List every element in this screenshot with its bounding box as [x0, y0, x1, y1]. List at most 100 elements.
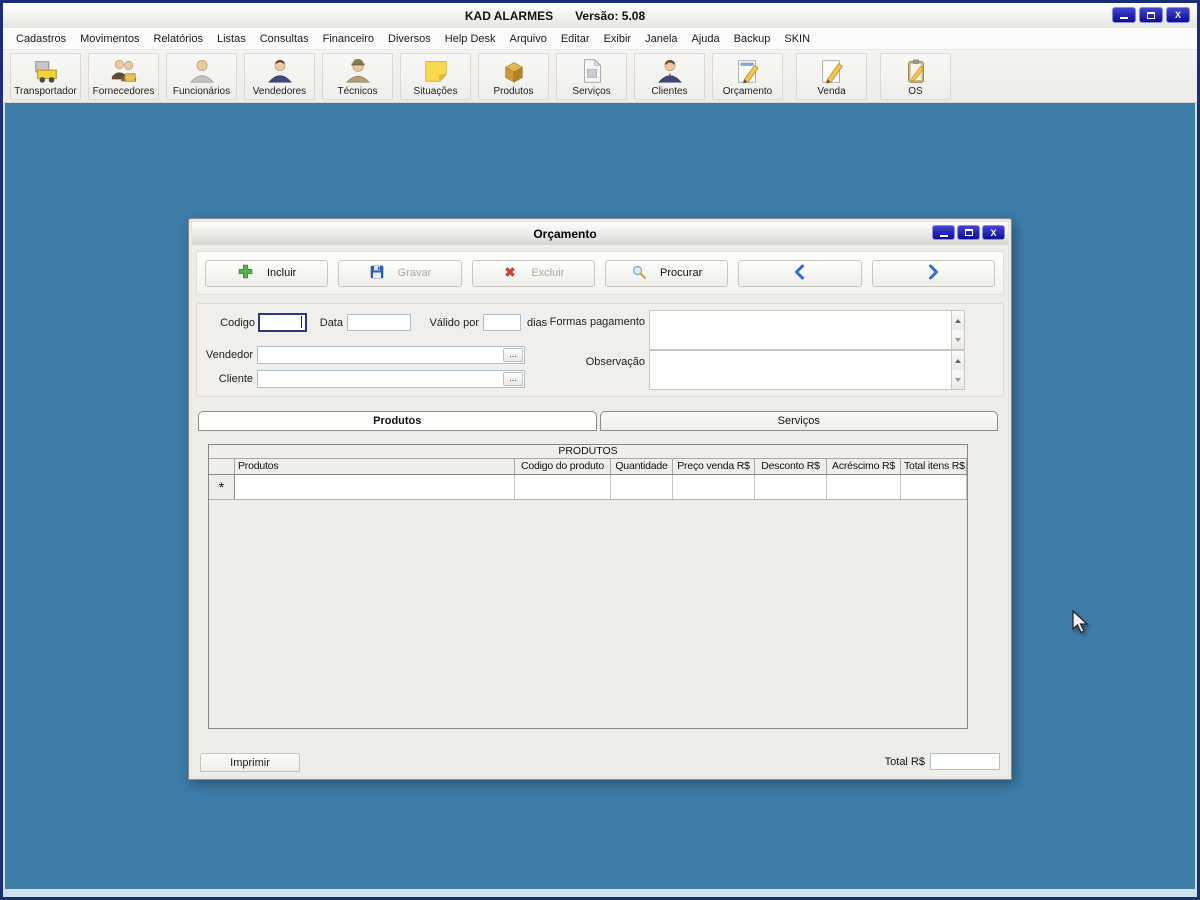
delete-icon — [502, 264, 518, 283]
grid-col-acrescimo: Acréscimo R$ — [827, 459, 901, 474]
toolbar-clientes-button[interactable]: Clientes — [634, 52, 705, 100]
main-toolbar: Transportador Fornecedores Funcionários … — [3, 50, 1197, 103]
dialog-minimize-button[interactable] — [932, 225, 955, 240]
action-panel: Incluir Gravar Excluir Procurar — [196, 251, 1004, 295]
box-icon — [499, 56, 529, 86]
document-pencil-icon — [733, 56, 763, 86]
menu-skin[interactable]: SKIN — [777, 31, 817, 47]
menu-ajuda[interactable]: Ajuda — [685, 31, 727, 47]
imprimir-label: Imprimir — [230, 756, 270, 769]
menu-editar[interactable]: Editar — [554, 31, 597, 47]
plus-icon — [237, 263, 254, 283]
menu-diversos[interactable]: Diversos — [381, 31, 438, 47]
close-icon: X — [1174, 10, 1181, 20]
toolbar-venda-button[interactable]: Venda — [796, 52, 867, 100]
grid-cell[interactable] — [515, 475, 611, 499]
toolbar-situacoes-button[interactable]: Situações — [400, 52, 471, 100]
spin-down-button[interactable] — [952, 330, 964, 349]
menu-arquivo[interactable]: Arquivo — [503, 31, 554, 47]
technician-icon — [343, 56, 373, 86]
codigo-label: Codigo — [220, 317, 255, 329]
cliente-input[interactable] — [257, 370, 525, 388]
tab-servicos-label: Serviços — [777, 415, 820, 427]
menu-exibir[interactable]: Exibir — [597, 31, 639, 47]
menu-helpdesk[interactable]: Help Desk — [438, 31, 503, 47]
incluir-button[interactable]: Incluir — [205, 259, 329, 287]
imprimir-button[interactable]: Imprimir — [200, 753, 300, 772]
grid-col-quantidade: Quantidade — [611, 459, 673, 474]
toolbar-button-label: Vendedores — [252, 85, 307, 97]
tab-servicos[interactable]: Serviços — [599, 411, 998, 431]
maximize-icon — [1147, 11, 1155, 19]
menu-janela[interactable]: Janela — [638, 31, 684, 47]
menu-relatorios[interactable]: Relatórios — [146, 31, 210, 47]
menu-movimentos[interactable]: Movimentos — [73, 31, 146, 47]
previous-record-button[interactable] — [738, 259, 862, 287]
dialog-close-button[interactable]: X — [982, 225, 1005, 240]
grid-cell[interactable] — [611, 475, 673, 499]
chevron-left-icon — [792, 264, 808, 283]
grid-cell[interactable] — [235, 475, 515, 499]
vendedor-lookup-button[interactable]: ... — [503, 348, 523, 362]
next-record-button[interactable] — [871, 259, 995, 287]
toolbar-vendedores-button[interactable]: Vendedores — [244, 52, 315, 100]
excluir-button[interactable]: Excluir — [471, 259, 595, 287]
toolbar-funcionarios-button[interactable]: Funcionários — [166, 52, 237, 100]
grid-col-total-itens: Total itens R$ — [901, 459, 967, 474]
main-titlebar[interactable]: KAD ALARMES Versão: 5.08 X — [3, 3, 1197, 28]
dialog-maximize-button[interactable] — [957, 225, 980, 240]
orcamento-titlebar[interactable]: Orçamento X — [192, 222, 1008, 245]
valido-por-label: Válido por — [429, 317, 479, 329]
grid-cell[interactable] — [673, 475, 755, 499]
toolbar-button-label: OS — [908, 85, 923, 97]
clipboard-pencil-icon — [901, 56, 931, 86]
toolbar-fornecedores-button[interactable]: Fornecedores — [88, 52, 159, 100]
triangle-down-icon — [955, 377, 961, 382]
toolbar-tecnicos-button[interactable]: Técnicos — [322, 52, 393, 100]
procurar-button[interactable]: Procurar — [604, 259, 729, 287]
total-input[interactable] — [930, 753, 1000, 770]
triangle-up-icon — [955, 358, 961, 363]
data-input[interactable] — [347, 314, 411, 331]
menu-backup[interactable]: Backup — [727, 31, 778, 47]
observacao-label: Observação — [585, 356, 645, 368]
grid-cell[interactable] — [755, 475, 827, 499]
vendedor-input[interactable] — [257, 346, 525, 364]
maximize-button[interactable] — [1139, 7, 1163, 23]
cliente-lookup-button[interactable]: ... — [503, 372, 523, 386]
toolbar-transportador-button[interactable]: Transportador — [10, 52, 81, 100]
vendedor-label: Vendedor — [205, 349, 253, 361]
document-icon — [577, 56, 607, 86]
menu-cadastros[interactable]: Cadastros — [9, 31, 73, 47]
toolbar-produtos-button[interactable]: Produtos — [478, 52, 549, 100]
toolbar-button-label: Técnicos — [337, 85, 378, 97]
menu-financeiro[interactable]: Financeiro — [316, 31, 381, 47]
grid-new-row[interactable]: * — [209, 475, 967, 500]
minimize-button[interactable] — [1112, 7, 1136, 23]
spin-up-button[interactable] — [952, 311, 964, 330]
menu-bar: Cadastros Movimentos Relatórios Listas C… — [3, 28, 1197, 50]
toolbar-button-label: Produtos — [493, 85, 534, 97]
toolbar-button-label: Funcionários — [172, 85, 231, 97]
close-button[interactable]: X — [1166, 7, 1190, 23]
salesperson-icon — [265, 56, 295, 86]
codigo-input[interactable] — [259, 314, 306, 331]
formas-pagamento-textarea[interactable] — [649, 310, 951, 350]
tab-produtos[interactable]: Produtos — [198, 411, 597, 431]
menu-listas[interactable]: Listas — [210, 31, 253, 47]
tab-produtos-label: Produtos — [373, 415, 422, 427]
grid-cell[interactable] — [827, 475, 901, 499]
menu-consultas[interactable]: Consultas — [253, 31, 316, 47]
observacao-textarea[interactable] — [649, 350, 951, 390]
toolbar-orcamento-button[interactable]: Orçamento — [712, 52, 783, 100]
grid-cell[interactable] — [901, 475, 967, 499]
spin-up-button[interactable] — [952, 351, 964, 370]
toolbar-servicos-button[interactable]: Serviços — [556, 52, 627, 100]
observacao-spinner — [951, 350, 965, 390]
gravar-button[interactable]: Gravar — [338, 259, 462, 287]
spin-down-button[interactable] — [952, 370, 964, 389]
grid-col-desconto: Desconto R$ — [755, 459, 827, 474]
valido-por-input[interactable] — [483, 314, 521, 331]
toolbar-os-button[interactable]: OS — [880, 52, 951, 100]
grid-col-codigo: Codigo do produto — [515, 459, 611, 474]
